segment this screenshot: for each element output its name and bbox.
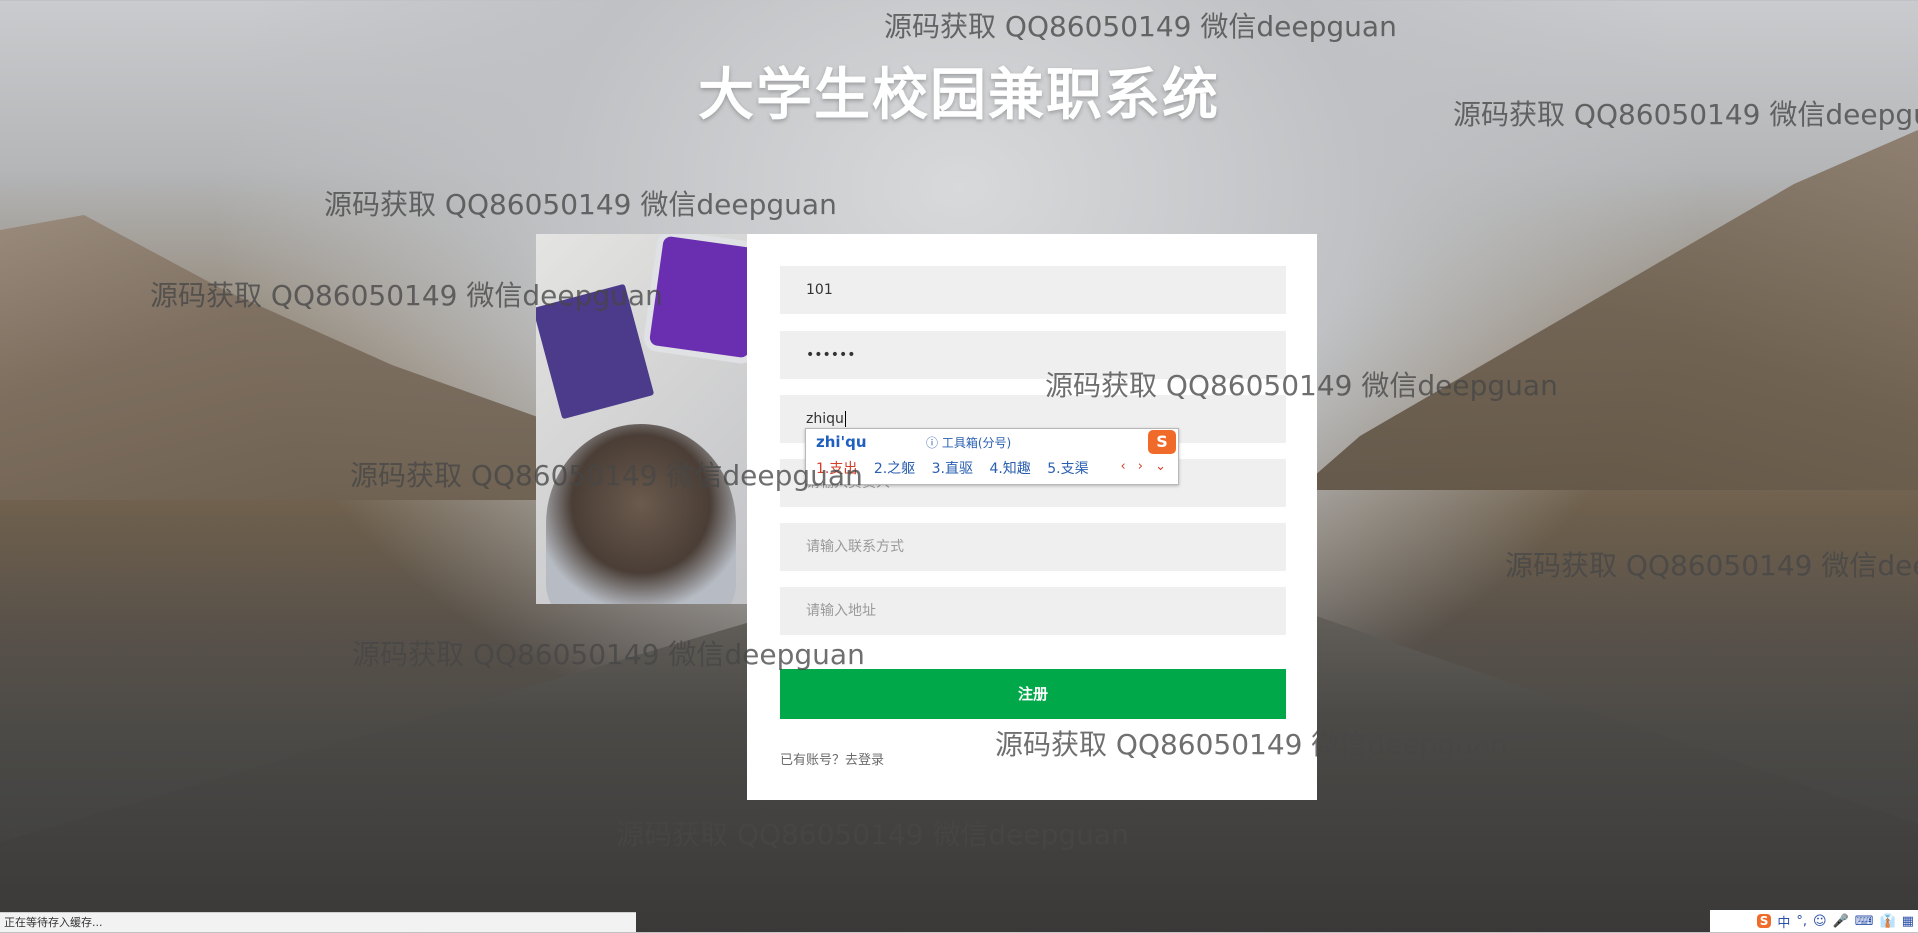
browser-status-bar: 正在等待存入缓存... [0,912,636,932]
menu-grid-icon[interactable]: ▦ [1902,914,1914,929]
emoji-icon[interactable]: ☺ [1813,914,1827,929]
name-input-value: zhiqu [806,411,844,427]
ime-candidate[interactable]: 3.直驱 [932,461,973,477]
watermark: 源码获取 QQ86050149 微信deepguan [616,818,1129,851]
register-card: 101 •••••• zhiqu 请输入负责人 请输入联系方式 请输入地址 注册… [747,234,1317,800]
ime-page-nav-icon[interactable]: ‹ › ⌄ [1120,459,1170,474]
keyboard-icon[interactable]: ⌨ [1855,914,1874,929]
watermark: 源码获取 QQ86050149 微信deepguan [995,728,1508,761]
contact-input[interactable]: 请输入联系方式 [780,523,1286,571]
ime-toolbox-label: 工具箱(分号) [941,436,1012,450]
watermark: 源码获取 QQ86050149 微信deepguan [1505,549,1918,582]
ime-punctuation-toggle[interactable]: °, [1796,914,1807,929]
microphone-icon[interactable]: 🎤 [1833,914,1849,929]
ime-pinyin: zhi'qu [816,433,867,451]
watermark: 源码获取 QQ86050149 微信deepguan [350,459,863,492]
account-input[interactable]: 101 [780,266,1286,314]
register-button[interactable]: 注册 [780,669,1286,719]
watermark: 源码获取 QQ86050149 微信deepguan [1045,369,1558,402]
photo-laptop [648,235,747,359]
watermark: 源码获取 QQ86050149 微信deepguan [352,638,865,671]
ime-candidate[interactable]: 4.知趣 [989,461,1030,477]
ime-tray: S 中 °, ☺ 🎤 ⌨ 👔 ▦ [1710,910,1918,932]
watermark: 源码获取 QQ86050149 微信deepguan [150,279,663,312]
watermark: 源码获取 QQ86050149 微信deepguan [884,10,1397,43]
photo-person [546,424,736,604]
background-mountain-right [1298,130,1918,490]
ime-logo-icon: S [1148,430,1176,454]
watermark: 源码获取 QQ86050149 微信deepguan [1453,98,1918,131]
ime-candidate[interactable]: 5.支渠 [1047,461,1088,477]
ime-toolbox-button[interactable]: ⓘ 工具箱(分号) [926,434,1011,451]
ime-candidate[interactable]: 2.之躯 [874,461,915,477]
sogou-logo-icon[interactable]: S [1756,914,1772,928]
text-caret [844,411,846,427]
login-link[interactable]: 已有账号？去登录 [780,749,884,768]
address-input[interactable]: 请输入地址 [780,587,1286,635]
skin-icon[interactable]: 👔 [1880,914,1896,929]
watermark: 源码获取 QQ86050149 微信deepguan [324,188,837,221]
ime-language-toggle[interactable]: 中 [1777,912,1790,931]
